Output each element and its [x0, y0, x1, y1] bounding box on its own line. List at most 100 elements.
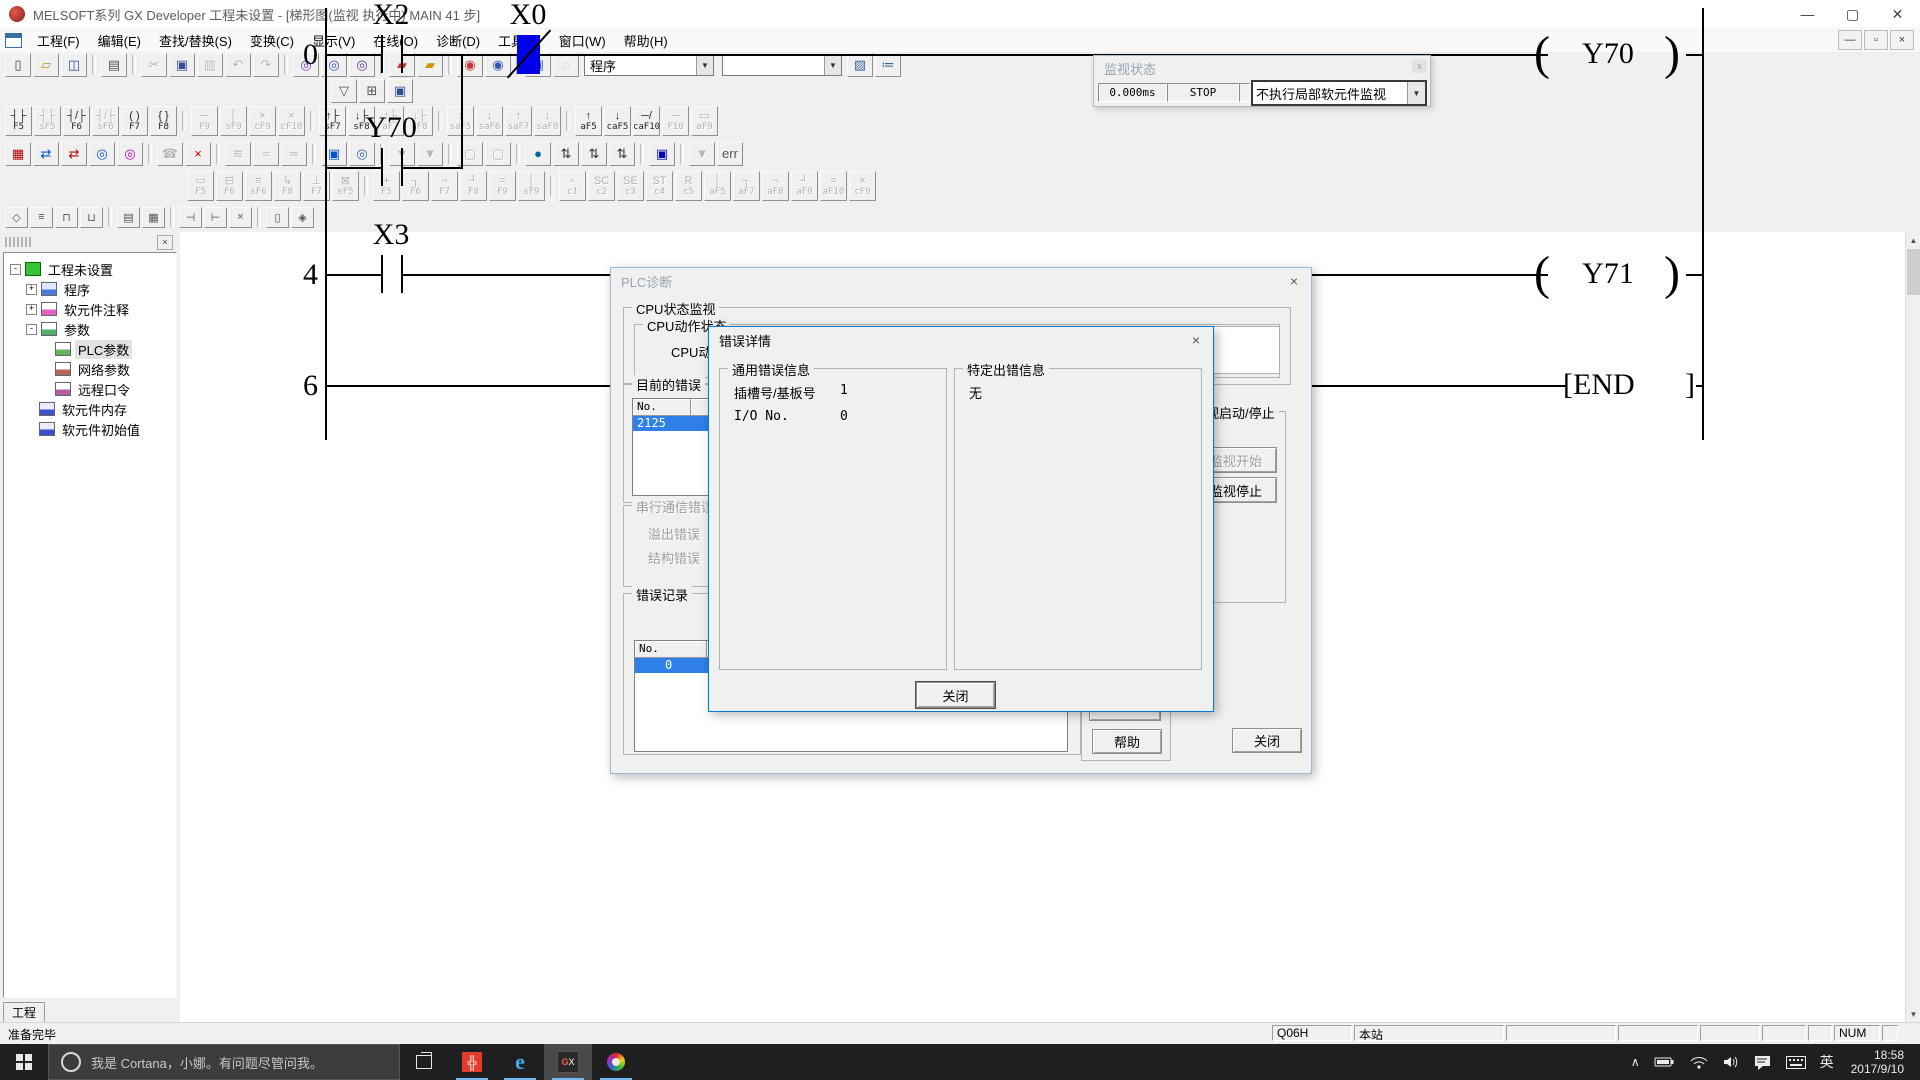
ladder-wire — [325, 54, 381, 56]
rung-number: 0 — [274, 38, 318, 72]
paint-icon — [607, 1053, 625, 1071]
contact-bar — [401, 35, 403, 73]
clock[interactable]: 18:58 2017/9/10 — [1841, 1048, 1914, 1076]
error-details-dialog: 错误详情 × 通用错误信息 插槽号/基板号 1 I/O No. 0 特定出错信息… — [708, 326, 1214, 712]
statusbar-pane-7: NUM — [1834, 1025, 1880, 1041]
devinit-icon — [39, 422, 55, 436]
close-icon[interactable]: × — [1285, 273, 1303, 289]
contact-label-x3[interactable]: X3 — [361, 219, 421, 251]
coil-label-y70[interactable]: Y70 — [1558, 38, 1658, 70]
statusbar-pane-3 — [1618, 1025, 1698, 1041]
status-message: 准备完毕 — [8, 1026, 56, 1043]
statusbar-pane-5 — [1762, 1025, 1806, 1041]
tree-item-8[interactable]: 软元件初始值 — [4, 419, 176, 439]
contact-label-x2[interactable]: X2 — [361, 0, 421, 31]
tray-chevron-icon[interactable]: ∧ — [1624, 1055, 1647, 1069]
statusbar-pane-2 — [1506, 1025, 1616, 1041]
tree-label: 远程口令 — [75, 380, 133, 399]
tree-item-1[interactable]: + 程序 — [4, 279, 176, 299]
ime-indicator[interactable]: 英 — [1813, 1052, 1841, 1072]
wifi-icon[interactable] — [1683, 1055, 1715, 1069]
plcparam-icon — [55, 342, 71, 356]
tree-label: 程序 — [61, 280, 93, 299]
statusbar: 准备完毕 Q06H本站NUM — [0, 1022, 1920, 1045]
battery-icon[interactable] — [1647, 1055, 1683, 1069]
devmem-icon — [39, 402, 55, 416]
tree-item-7[interactable]: 软元件内存 — [4, 399, 176, 419]
tree-label: 工程未设置 — [45, 260, 116, 279]
ladder-right-rail — [1702, 8, 1704, 440]
tree-expand-icon[interactable]: - — [10, 264, 21, 275]
column-no: No. — [633, 399, 691, 416]
touch-keyboard-icon[interactable] — [1779, 1056, 1813, 1069]
ladder-wire — [403, 54, 517, 56]
error-log-legend: 错误记录 — [632, 585, 692, 604]
common-error-legend: 通用错误信息 — [728, 360, 814, 379]
project-panel: × - 工程未设置 + 程序+软元件注释 - 参数PLC参数网络参数远程口令软元件内存软元… — [0, 232, 180, 1022]
panel-grip-handle[interactable] — [5, 237, 31, 247]
plc-dialog-titlebar: PLC诊断 × — [611, 268, 1311, 294]
monitor-close-icon[interactable]: x — [1412, 59, 1427, 73]
rung-number: 6 — [274, 369, 318, 403]
cortana-search-box[interactable]: 我是 Cortana，小娜。有问题尽管问我。 — [48, 1044, 400, 1080]
task-view-button[interactable] — [400, 1044, 448, 1080]
start-button[interactable] — [0, 1044, 48, 1080]
taskbar-app-paint[interactable] — [592, 1044, 640, 1080]
taskbar-app-melsoft[interactable]: ╬ — [448, 1044, 496, 1080]
tree-expand-icon[interactable]: + — [26, 284, 37, 295]
serial-error-legend: 串行通信错误 — [632, 497, 718, 516]
coil-label-y71[interactable]: Y71 — [1558, 258, 1658, 290]
tree-item-0[interactable]: - 工程未设置 — [4, 259, 176, 279]
tree-expand-icon[interactable]: - — [26, 324, 37, 335]
end-instruction[interactable]: [END — [1563, 369, 1643, 401]
local-device-monitor-select[interactable]: 不执行局部软元件监视 ▼ — [1251, 80, 1427, 106]
contact-bar — [381, 148, 383, 186]
ladder-wire — [403, 167, 461, 169]
tree-item-5[interactable]: 网络参数 — [4, 359, 176, 379]
error-dialog-title: 错误详情 — [719, 331, 771, 350]
vertical-scrollbar[interactable]: ▲ ▼ — [1905, 232, 1920, 1022]
netparam-icon — [55, 362, 71, 376]
param-icon — [41, 322, 57, 336]
scrollbar-thumb[interactable] — [1907, 249, 1920, 295]
help-button[interactable]: 帮助 — [1092, 729, 1162, 754]
close-icon[interactable]: × — [1187, 332, 1205, 348]
tree-expand-icon[interactable]: + — [26, 304, 37, 315]
password-icon — [55, 382, 71, 396]
tree-item-3[interactable]: - 参数 — [4, 319, 176, 339]
slot-number-value: 1 — [840, 383, 848, 398]
column-no: No. — [635, 641, 707, 658]
program-icon — [41, 282, 57, 296]
panel-close-icon[interactable]: × — [157, 235, 173, 250]
cortana-icon — [61, 1052, 81, 1072]
contact-label-x0[interactable]: X0 — [498, 0, 558, 31]
error-dialog-titlebar: 错误详情 × — [709, 327, 1213, 353]
coil-paren-left: ( — [1534, 28, 1550, 80]
plc-close-button[interactable]: 关闭 — [1232, 728, 1302, 753]
tree-label: 参数 — [61, 320, 93, 339]
speaker-icon[interactable] — [1715, 1055, 1747, 1069]
tree-label: 软元件内存 — [59, 400, 130, 419]
chevron-down-icon[interactable]: ▼ — [1407, 82, 1425, 104]
scan-time-value: 0.000ms — [1098, 83, 1167, 102]
taskbar-app-gx-developer[interactable]: GX — [544, 1044, 592, 1080]
tree-item-6[interactable]: 远程口令 — [4, 379, 176, 399]
tab-project[interactable]: 工程 — [3, 1002, 45, 1022]
ladder-wire — [325, 167, 381, 169]
common-error-group: 通用错误信息 插槽号/基板号 1 I/O No. 0 — [719, 368, 947, 670]
plc-dialog-title: PLC诊断 — [621, 272, 672, 291]
rung-number: 4 — [274, 258, 318, 292]
error-close-button[interactable]: 关闭 — [916, 682, 995, 708]
tree-item-4[interactable]: PLC参数 — [4, 339, 176, 359]
action-center-icon[interactable] — [1747, 1055, 1779, 1070]
slot-number-label: 插槽号/基板号 — [734, 383, 816, 402]
io-number-value: 0 — [840, 409, 848, 424]
scroll-up-icon[interactable]: ▲ — [1906, 232, 1920, 248]
ladder-wire — [1686, 274, 1703, 276]
contact-label-y70[interactable]: Y70 — [351, 112, 431, 144]
statusbar-pane-8 — [1882, 1025, 1898, 1041]
cpu-state-value: STOP — [1167, 83, 1239, 102]
tree-item-2[interactable]: +软元件注释 — [4, 299, 176, 319]
taskbar-app-edge[interactable]: e — [496, 1044, 544, 1080]
scroll-down-icon[interactable]: ▼ — [1906, 1006, 1920, 1022]
